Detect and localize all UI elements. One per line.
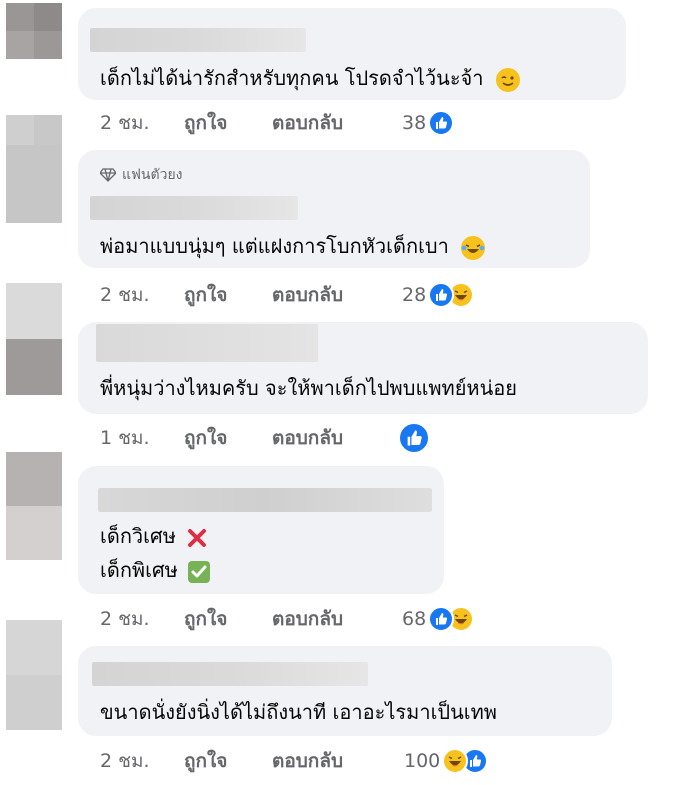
avatar[interactable] — [6, 452, 62, 560]
comment-actions: 2 ชม. ถูกใจ ตอบกลับ — [100, 604, 343, 634]
laughing-tears-icon — [461, 235, 486, 260]
comment-bubble: แฟนตัวยง พ่อมาแบบนุ่มๆ แต่แฝงการโบกหัวเด… — [78, 150, 590, 268]
reaction-summary[interactable]: 38 — [402, 108, 455, 138]
badge-label: แฟนตัวยง — [122, 167, 183, 183]
like-button[interactable]: ถูกใจ — [184, 604, 272, 634]
comment-time[interactable]: 2 ชม. — [100, 746, 184, 776]
comment-text: พี่หนุ่มว่างไหมครับ จะให้พาเด็กไปพบแพทย์… — [100, 372, 517, 404]
comment-actions: 2 ชม. ถูกใจ ตอบกลับ — [100, 746, 343, 776]
reaction-count: 100 — [404, 750, 441, 772]
comment-time[interactable]: 2 ชม. — [100, 604, 184, 634]
reply-button[interactable]: ตอบกลับ — [272, 423, 343, 453]
author-name-blurred[interactable] — [90, 28, 306, 52]
cross-mark-icon — [188, 528, 207, 547]
reply-button[interactable]: ตอบกลับ — [272, 280, 343, 310]
author-name-blurred[interactable] — [98, 488, 432, 512]
comment-bubble: ขนาดนั่งยังนิ่งได้ไม่ถึงนาที เอาอะไรมาเป… — [78, 646, 612, 736]
reaction-summary[interactable]: 68 — [402, 604, 475, 634]
author-name-blurred[interactable] — [90, 196, 298, 220]
fan-badge[interactable]: แฟนตัวยง — [100, 164, 183, 186]
avatar[interactable] — [6, 620, 62, 730]
author-name-blurred[interactable] — [96, 324, 318, 362]
avatar[interactable] — [6, 283, 62, 395]
like-icon — [428, 606, 455, 632]
comment-text: เด็กไม่ได้น่ารักสำหรับทุกคน โปรดจำไว้นะจ… — [100, 62, 520, 94]
like-icon — [428, 110, 455, 136]
avatar[interactable] — [6, 3, 62, 59]
reaction-summary[interactable]: 28 — [402, 280, 475, 310]
like-button[interactable]: ถูกใจ — [184, 746, 272, 776]
comment-time[interactable]: 2 ชม. — [100, 108, 184, 138]
reaction-count: 68 — [402, 608, 427, 630]
comment-text-content: พี่หนุ่มว่างไหมครับ จะให้พาเด็กไปพบแพทย์… — [100, 376, 518, 400]
like-icon — [428, 282, 455, 308]
comment-text-content: เด็กวิเศษ — [100, 524, 176, 548]
comment-text-line2: เด็กพิเศษ — [100, 554, 211, 586]
comment-text-content: เด็กไม่ได้น่ารักสำหรับทุกคน โปรดจำไว้นะจ… — [100, 66, 484, 90]
comment-text: ขนาดนั่งยังนิ่งได้ไม่ถึงนาที เอาอะไรมาเป… — [100, 696, 497, 728]
haha-icon — [442, 748, 469, 774]
comment-time[interactable]: 1 ชม. — [100, 423, 184, 453]
comment-text: พ่อมาแบบนุ่มๆ แต่แฝงการโบกหัวเด็กเบา — [100, 230, 486, 262]
reaction-count: 38 — [402, 112, 427, 134]
comment-actions: 2 ชม. ถูกใจ ตอบกลับ — [100, 280, 343, 310]
diamond-icon — [100, 168, 116, 182]
reaction-summary[interactable]: 100 — [404, 746, 489, 776]
comment-bubble: เด็กไม่ได้น่ารักสำหรับทุกคน โปรดจำไว้นะจ… — [78, 8, 626, 100]
reply-button[interactable]: ตอบกลับ — [272, 604, 343, 634]
reply-button[interactable]: ตอบกลับ — [272, 746, 343, 776]
like-button[interactable]: ถูกใจ — [184, 280, 272, 310]
comment-bubble: พี่หนุ่มว่างไหมครับ จะให้พาเด็กไปพบแพทย์… — [78, 322, 648, 414]
comment-bubble: เด็กวิเศษ เด็กพิเศษ — [78, 466, 444, 594]
comment-text-content: เด็กพิเศษ — [100, 558, 178, 582]
comment-time[interactable]: 2 ชม. — [100, 280, 184, 310]
comment-text-content: พ่อมาแบบนุ่มๆ แต่แฝงการโบกหัวเด็กเบา — [100, 234, 449, 258]
reaction-summary[interactable] — [398, 422, 430, 454]
avatar[interactable] — [6, 115, 62, 223]
reply-button[interactable]: ตอบกลับ — [272, 108, 343, 138]
comment-text-content: ขนาดนั่งยังนิ่งได้ไม่ถึงนาที เอาอะไรมาเป… — [100, 700, 497, 724]
like-icon — [398, 422, 430, 454]
winking-face-icon — [495, 67, 520, 92]
comment-actions: 2 ชม. ถูกใจ ตอบกลับ — [100, 108, 343, 138]
like-button[interactable]: ถูกใจ — [184, 423, 272, 453]
reaction-count: 28 — [402, 284, 427, 306]
author-name-blurred[interactable] — [92, 662, 368, 686]
like-button[interactable]: ถูกใจ — [184, 108, 272, 138]
comment-actions: 1 ชม. ถูกใจ ตอบกลับ — [100, 423, 343, 453]
check-mark-icon — [188, 560, 211, 583]
comment-text-line1: เด็กวิเศษ — [100, 520, 208, 552]
